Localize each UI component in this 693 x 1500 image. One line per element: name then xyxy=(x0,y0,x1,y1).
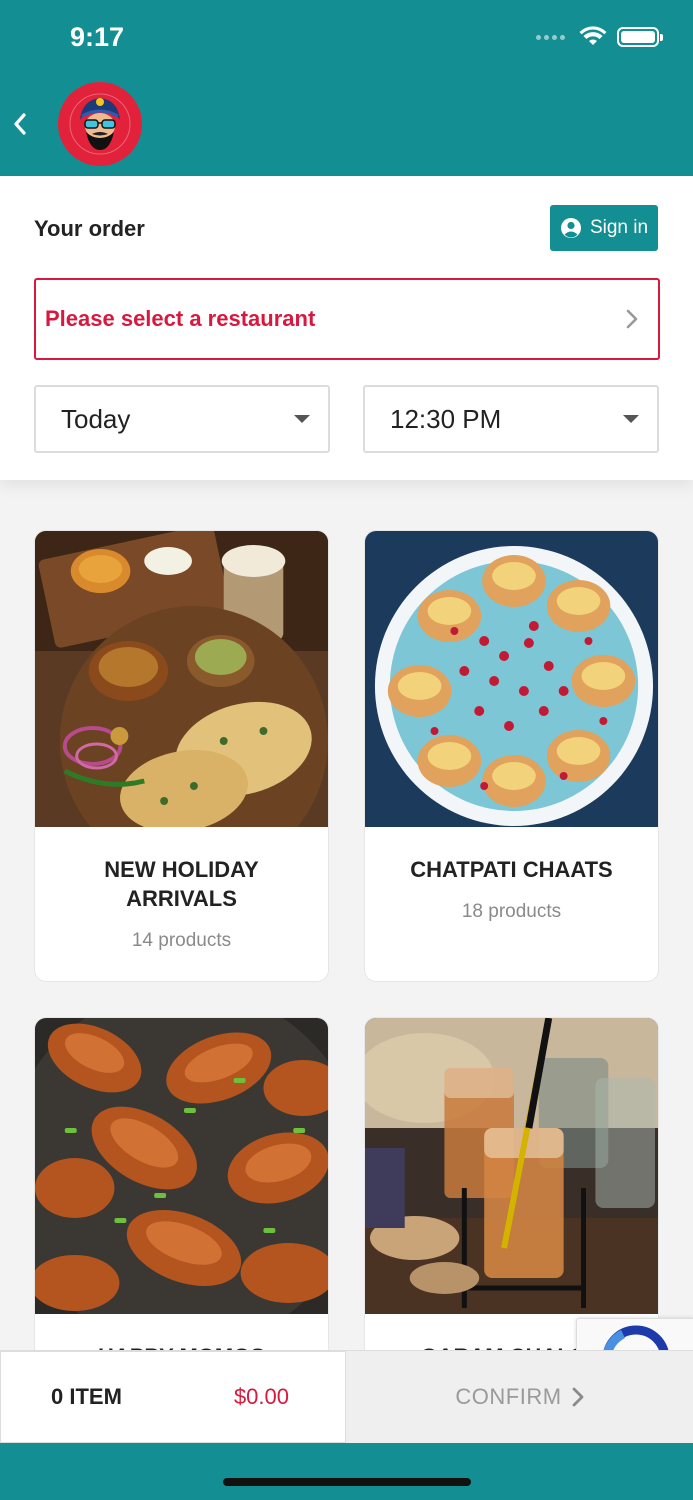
category-title: HAPPY MOMOS xyxy=(35,1314,328,1350)
back-button[interactable] xyxy=(8,104,32,144)
category-card[interactable]: HAPPY MOMOS xyxy=(34,1017,329,1350)
category-card[interactable]: NEW HOLIDAY ARRIVALS 14 products xyxy=(34,530,329,982)
category-card[interactable]: CHATPATI CHAATS 18 products xyxy=(364,530,659,982)
status-time: 9:17 xyxy=(70,22,125,52)
order-panel: Your order Sign in Please select a resta… xyxy=(0,176,693,480)
restaurant-selector[interactable]: Please select a restaurant xyxy=(34,278,660,360)
category-image xyxy=(365,1018,658,1314)
sign-in-button[interactable]: Sign in xyxy=(550,205,658,251)
confirm-button[interactable]: CONFIRM xyxy=(346,1351,693,1443)
chevron-right-icon xyxy=(572,1387,583,1407)
category-image xyxy=(365,531,658,827)
status-icons xyxy=(536,26,663,48)
battery-icon xyxy=(617,27,663,47)
category-card[interactable]: GARAM CHAI CO xyxy=(364,1017,659,1350)
sign-in-label: Sign in xyxy=(589,217,649,238)
chevron-right-icon xyxy=(626,309,638,329)
category-image xyxy=(35,531,328,827)
brand-logo-graphic xyxy=(59,83,141,165)
time-value: 12:30 PM xyxy=(390,403,502,434)
date-value: Today xyxy=(61,403,131,434)
category-grid: NEW HOLIDAY ARRIVALS 14 products CHATPAT… xyxy=(0,480,693,1350)
time-dropdown[interactable]: 12:30 PM xyxy=(363,385,659,453)
brand-logo[interactable] xyxy=(58,82,142,166)
category-title: CHATPATI CHAATS xyxy=(410,857,613,882)
home-indicator[interactable] xyxy=(223,1478,471,1486)
cart-total: $0.00 xyxy=(233,1384,289,1409)
confirm-label: CONFIRM xyxy=(455,1384,562,1409)
cart-bar: 0 ITEM $0.00 CONFIRM xyxy=(0,1350,693,1443)
cart-summary[interactable]: 0 ITEM $0.00 xyxy=(0,1351,346,1443)
category-count: 18 products xyxy=(461,901,562,922)
date-dropdown[interactable]: Today xyxy=(34,385,330,453)
signal-icon xyxy=(536,34,565,40)
order-title: Your order xyxy=(34,216,145,241)
user-circle-icon xyxy=(560,218,581,238)
category-image xyxy=(35,1018,328,1314)
category-title: NEW HOLIDAY ARRIVALS xyxy=(104,857,259,911)
bottom-safe-area xyxy=(0,1443,693,1500)
chevron-left-icon xyxy=(14,113,26,135)
wifi-icon xyxy=(579,26,607,45)
caret-down-icon xyxy=(294,415,310,423)
app-header: 9:17 xyxy=(0,0,693,176)
category-count: 14 products xyxy=(131,930,232,951)
cart-item-count: 0 ITEM xyxy=(51,1384,122,1409)
restaurant-prompt: Please select a restaurant xyxy=(45,306,316,331)
caret-down-icon xyxy=(623,415,639,423)
